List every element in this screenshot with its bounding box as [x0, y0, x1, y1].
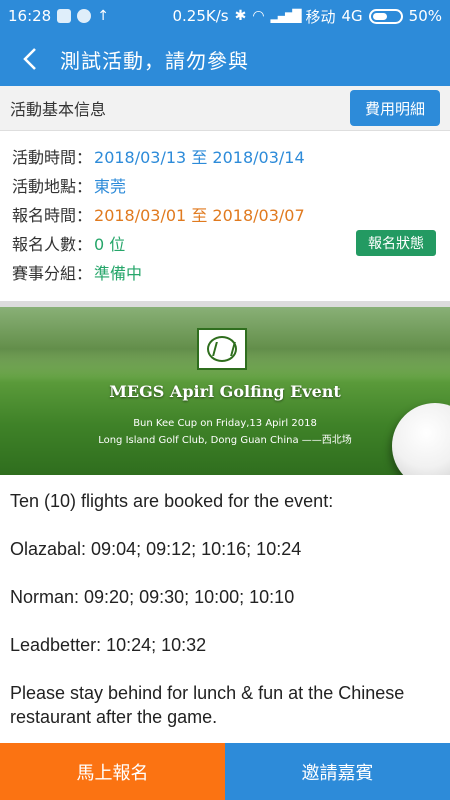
registration-time-value: 2018/03/01 至 2018/03/07 [94, 205, 305, 225]
info-section-header: 活動基本信息 費用明細 [0, 86, 450, 131]
network-type: 4G [341, 7, 363, 25]
event-location-row: 活動地點： 東莞 [12, 170, 436, 199]
battery-level: 50% [408, 7, 442, 25]
chevron-left-icon [23, 48, 36, 70]
carrier-label: 移动 [305, 7, 336, 26]
registration-status-button[interactable]: 報名狀態 [356, 229, 436, 256]
bottom-action-bar: 馬上報名 邀請嘉賓 [0, 743, 450, 800]
event-banner-image: MEGS Apirl Golfing Event Bun Kee Cup on … [0, 307, 450, 475]
battery-icon [368, 8, 403, 24]
event-description: Ten (10) flights are booked for the even… [0, 475, 450, 743]
app-notification-icon [57, 9, 72, 23]
description-paragraph: Ten (10) flights are booked for the even… [10, 491, 334, 511]
registration-time-row: 報名時間： 2018/03/01 至 2018/03/07 [12, 199, 436, 228]
banner-event-date: Bun Kee Cup on Friday,13 Apirl 2018 [133, 418, 317, 429]
status-time: 16:28 [8, 7, 52, 25]
golf-club-logo [197, 328, 247, 370]
bird-notification-icon [77, 9, 92, 23]
description-paragraph: Please stay behind for lunch & fun at th… [10, 683, 405, 727]
network-speed: 0.25K/s [172, 7, 229, 25]
registration-time-label: 報名時間： [12, 205, 93, 225]
crossed-clubs-icon [207, 336, 237, 362]
event-group-label: 賽事分組： [12, 263, 93, 283]
status-bar: 16:28 ↑ 0.25K/s ✱ ◠ ▂▄▆█ 移动 4G 50% [0, 0, 450, 32]
fee-details-button[interactable]: 費用明細 [350, 90, 440, 126]
event-time-value: 2018/03/13 至 2018/03/14 [94, 147, 305, 167]
bluetooth-icon: ✱ [234, 8, 247, 24]
upload-arrow-icon: ↑ [97, 8, 109, 24]
description-paragraph: Norman: 09:20; 09:30; 10:00; 10:10 [10, 587, 295, 607]
event-time-row: 活動時間： 2018/03/13 至 2018/03/14 [12, 141, 436, 170]
info-body: 活動時間： 2018/03/13 至 2018/03/14 活動地點： 東莞 報… [0, 131, 450, 301]
banner-event-venue: Long Island Golf Club, Dong Guan China —… [98, 435, 352, 446]
signup-now-button[interactable]: 馬上報名 [0, 743, 225, 800]
wifi-icon: ◠ [252, 8, 265, 24]
signal-icon: ▂▄▆█ [270, 9, 302, 23]
banner-event-title: MEGS Apirl Golfing Event [109, 382, 341, 401]
invite-guest-button[interactable]: 邀請嘉賓 [225, 743, 450, 800]
event-time-label: 活動時間： [12, 147, 93, 167]
golf-ball-icon [392, 403, 450, 475]
event-location-label: 活動地點： [12, 176, 93, 196]
page-title: 測試活動，請勿參與 [60, 48, 249, 73]
event-location-value: 東莞 [94, 176, 127, 196]
registration-count-row: 報名人數： 0 位 報名狀態 [12, 228, 436, 257]
title-bar: 測試活動，請勿參與 [0, 32, 450, 86]
description-paragraph: Olazabal: 09:04; 09:12; 10:16; 10:24 [10, 539, 302, 559]
registration-count-label: 報名人數： [12, 234, 93, 254]
event-group-row: 賽事分組： 準備中 [12, 257, 436, 286]
event-group-value: 準備中 [94, 263, 143, 283]
back-button[interactable] [0, 32, 60, 86]
registration-count-value: 0 位 [94, 234, 126, 254]
description-paragraph: Leadbetter: 10:24; 10:32 [10, 635, 207, 655]
info-section-title: 活動基本信息 [10, 100, 107, 119]
